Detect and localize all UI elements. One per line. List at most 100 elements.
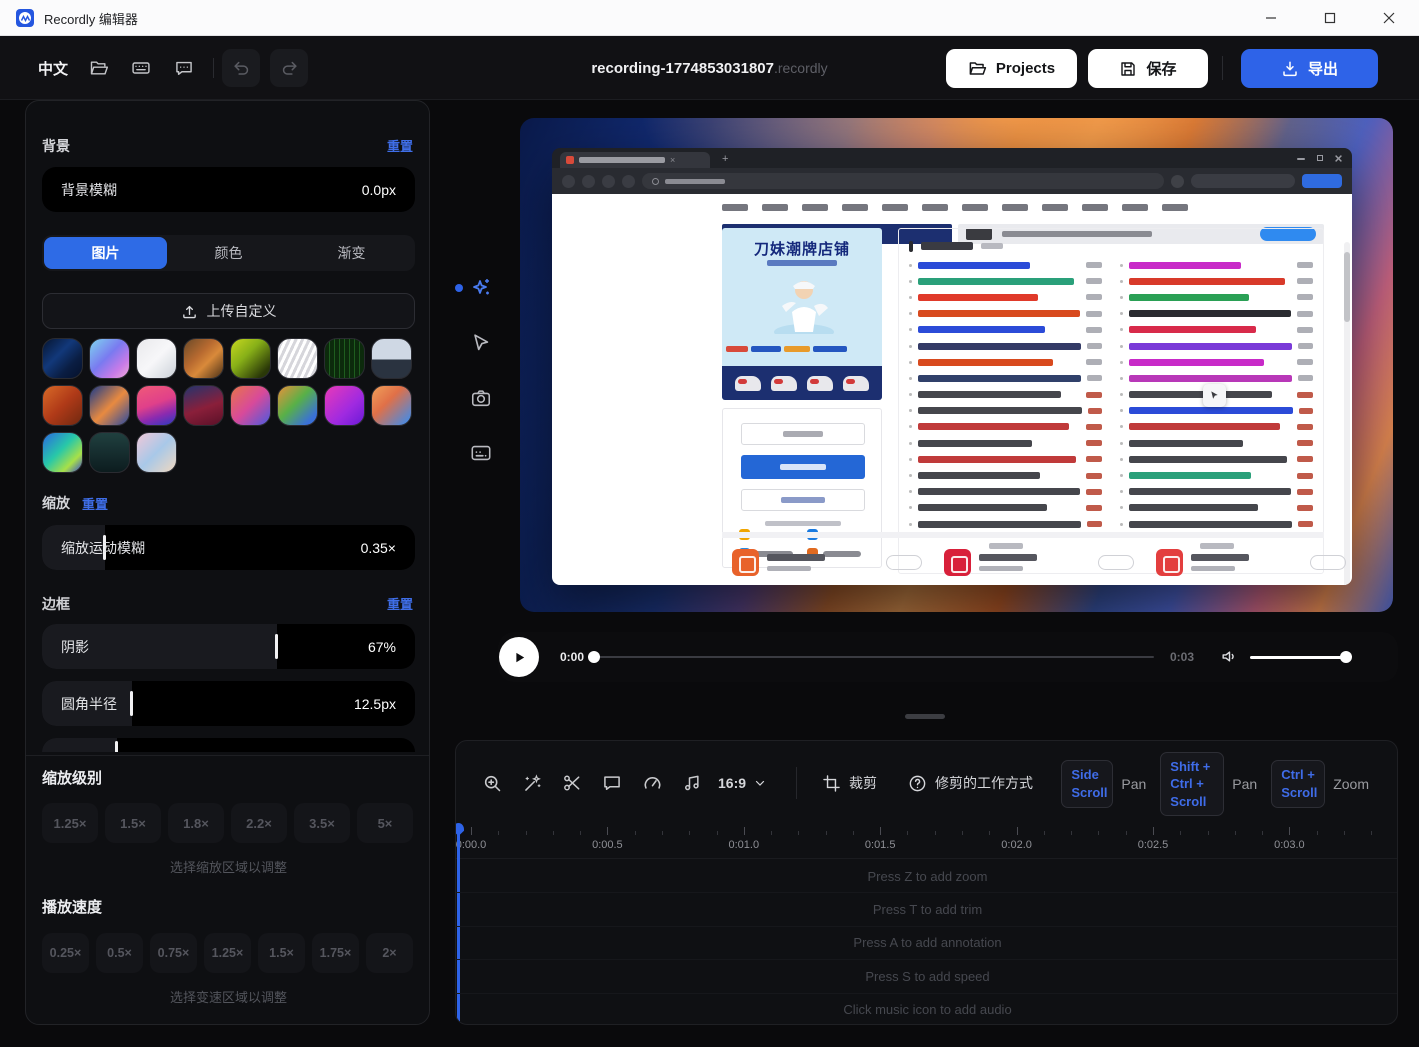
nav-link-placeholder xyxy=(1042,204,1068,211)
wallpaper-thumbnail-7[interactable] xyxy=(324,338,365,379)
speed-option[interactable]: 1.25× xyxy=(204,933,251,973)
upload-custom-button[interactable]: 上传自定义 xyxy=(42,293,415,329)
slider-handle[interactable] xyxy=(115,741,118,752)
corner-radius-slider[interactable]: 圆角半径 12.5px xyxy=(42,681,415,726)
zoom-level-option[interactable]: 1.8× xyxy=(168,803,224,843)
undo-button[interactable] xyxy=(222,49,260,87)
wallpaper-thumbnail-2[interactable] xyxy=(89,338,130,379)
shadow-slider[interactable]: 阴影 67% xyxy=(42,624,415,669)
zoom-level-option[interactable]: 2.2× xyxy=(231,803,287,843)
nav-link-placeholder xyxy=(802,204,828,211)
top-toolbar: 中文 recording-1774853031807.recordly Proj… xyxy=(0,36,1419,100)
play-button[interactable] xyxy=(499,637,539,677)
wallpaper-thumbnail-6[interactable] xyxy=(277,338,318,379)
partial-slider[interactable] xyxy=(42,738,415,752)
wallpaper-thumbnail-14[interactable] xyxy=(277,385,318,426)
panel-drag-handle[interactable] xyxy=(905,714,945,719)
wallpaper-thumbnail-5[interactable] xyxy=(230,338,271,379)
magic-wand-icon[interactable] xyxy=(518,769,546,797)
link-row xyxy=(1120,273,1313,289)
timeline-zoom-in-icon[interactable] xyxy=(478,769,506,797)
timeline-hint-row: Click music icon to add audio xyxy=(456,994,1398,1025)
wallpaper-thumbnail-13[interactable] xyxy=(230,385,271,426)
save-button[interactable]: 保存 xyxy=(1088,49,1208,88)
wallpaper-thumbnail-19[interactable] xyxy=(136,432,177,473)
slider-handle[interactable] xyxy=(130,691,133,716)
wallpaper-thumbnail-8[interactable] xyxy=(371,338,412,379)
wallpaper-thumbnail-9[interactable] xyxy=(42,385,83,426)
cursor-tool-icon[interactable] xyxy=(466,328,496,358)
wallpaper-thumbnail-11[interactable] xyxy=(136,385,177,426)
music-icon[interactable] xyxy=(678,769,706,797)
wallpaper-thumbnail-16[interactable] xyxy=(371,385,412,426)
speed-gauge-icon[interactable] xyxy=(638,769,666,797)
timeline-ruler[interactable]: 0:00.00:00.50:01.00:01.50:02.00:02.50:03… xyxy=(456,827,1398,859)
speed-option[interactable]: 1.75× xyxy=(312,933,359,973)
minimize-button[interactable] xyxy=(1248,0,1294,36)
border-section-title: 边框 xyxy=(42,594,70,614)
close-button[interactable] xyxy=(1366,0,1412,36)
background-tab-active[interactable]: 图片 xyxy=(44,237,167,269)
zoom-level-option[interactable]: 3.5× xyxy=(294,803,350,843)
zoom-level-option[interactable]: 1.5× xyxy=(105,803,161,843)
wallpaper-thumbnail-10[interactable] xyxy=(89,385,130,426)
timeline-toolbar-divider xyxy=(796,767,797,799)
zoom-level-option[interactable]: 1.25× xyxy=(42,803,98,843)
projects-folder-icon xyxy=(968,59,987,78)
speed-option[interactable]: 2× xyxy=(366,933,413,973)
volume-track[interactable] xyxy=(1250,656,1346,659)
speed-option[interactable]: 0.25× xyxy=(42,933,89,973)
wallpaper-thumbnail-4[interactable] xyxy=(183,338,224,379)
background-tab-inactive[interactable]: 颜色 xyxy=(167,237,290,269)
link-row xyxy=(1120,500,1313,516)
seek-track[interactable] xyxy=(594,656,1154,658)
upload-icon xyxy=(181,303,198,320)
list-header xyxy=(909,237,1313,255)
volume-handle[interactable] xyxy=(1340,651,1352,663)
background-blur-slider[interactable]: 背景模糊 0.0px xyxy=(42,167,415,212)
crop-button[interactable]: 裁剪 xyxy=(822,769,877,797)
speed-option[interactable]: 0.5× xyxy=(96,933,143,973)
zoom-section-title: 缩放 xyxy=(42,493,70,513)
wallpaper-thumbnail-15[interactable] xyxy=(324,385,365,426)
border-reset-link[interactable]: 重置 xyxy=(387,594,413,613)
seek-handle[interactable] xyxy=(588,651,600,663)
camera-tool-icon[interactable] xyxy=(466,383,496,413)
speed-option[interactable]: 1.5× xyxy=(258,933,305,973)
ruler-minor-tick xyxy=(1344,831,1345,835)
video-preview-canvas[interactable]: × + xyxy=(520,118,1393,612)
scissors-icon[interactable] xyxy=(558,769,586,797)
shortcut-action-label: Pan xyxy=(1121,776,1146,792)
volume-icon[interactable] xyxy=(1220,647,1239,666)
background-reset-link[interactable]: 重置 xyxy=(387,136,413,155)
zoom-motion-blur-slider[interactable]: 缩放运动模糊 0.35× xyxy=(42,525,415,570)
profile-chip xyxy=(1191,174,1295,188)
wallpaper-thumbnail-3[interactable] xyxy=(136,338,177,379)
wallpaper-thumbnail-17[interactable] xyxy=(42,432,83,473)
zoom-reset-link[interactable]: 重置 xyxy=(82,494,108,513)
effects-sparkles-icon[interactable] xyxy=(466,273,496,303)
feedback-icon[interactable] xyxy=(169,53,199,83)
trim-help-button[interactable]: 修剪的工作方式 xyxy=(908,769,1033,797)
captions-tool-icon[interactable] xyxy=(466,438,496,468)
keyboard-shortcuts-icon[interactable] xyxy=(126,53,156,83)
aspect-ratio-dropdown[interactable]: 16:9 xyxy=(718,769,766,797)
background-tab-inactive[interactable]: 渐变 xyxy=(290,237,413,269)
wallpaper-grid xyxy=(42,338,415,473)
ruler-major-tick xyxy=(744,827,745,835)
browser-tab: × xyxy=(560,152,710,168)
redo-button[interactable] xyxy=(270,49,308,87)
wallpaper-thumbnail-18[interactable] xyxy=(89,432,130,473)
annotation-icon[interactable] xyxy=(598,769,626,797)
projects-button[interactable]: Projects xyxy=(946,49,1077,88)
slider-handle[interactable] xyxy=(275,634,278,659)
language-button[interactable]: 中文 xyxy=(38,36,68,100)
wallpaper-thumbnail-12[interactable] xyxy=(183,385,224,426)
zoom-level-option[interactable]: 5× xyxy=(357,803,413,843)
export-button[interactable]: 导出 xyxy=(1241,49,1378,88)
wallpaper-thumbnail-1[interactable] xyxy=(42,338,83,379)
speed-option[interactable]: 0.75× xyxy=(150,933,197,973)
open-folder-icon[interactable] xyxy=(84,53,114,83)
crop-icon xyxy=(822,774,841,793)
maximize-button[interactable] xyxy=(1307,0,1353,36)
